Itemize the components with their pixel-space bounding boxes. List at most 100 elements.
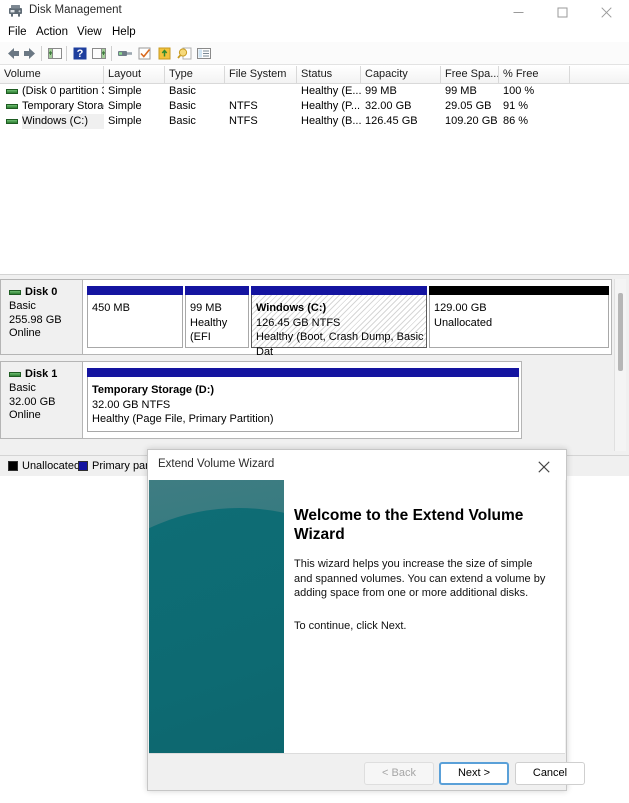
up-folder-icon[interactable] <box>46 45 64 62</box>
disk-row-1[interactable]: Disk 1 Basic 32.00 GB Online Temporary S… <box>0 361 522 439</box>
dialog-content: Welcome to the Extend Volume Wizard This… <box>294 506 549 651</box>
close-button[interactable] <box>585 0 629 22</box>
volume-icon <box>6 104 18 109</box>
partition-text: Temporary Storage (D:) 32.00 GB NTFS Hea… <box>92 383 516 427</box>
volume-list: Volume Layout Type File System Status Ca… <box>0 66 629 275</box>
toolbar-separator <box>66 46 67 61</box>
cell-free-space: 109.20 GB <box>445 115 498 127</box>
back-icon[interactable] <box>4 45 22 62</box>
column-header-status[interactable]: Status <box>297 66 361 83</box>
partition-efi[interactable]: 99 MB Healthy (EFI <box>185 286 249 348</box>
partition-size: 99 MB <box>190 302 222 314</box>
export-icon[interactable] <box>156 45 174 62</box>
disk-size-0: 255.98 GB <box>9 313 62 326</box>
legend-label-unallocated: Unallocated <box>22 460 81 472</box>
next-button[interactable]: Next > <box>439 762 509 785</box>
disk-partitions-1: Temporary Storage (D:) 32.00 GB NTFS Hea… <box>83 362 521 438</box>
cell-free-space: 29.05 GB <box>445 100 492 112</box>
cell-layout: Simple <box>108 115 142 127</box>
back-button[interactable]: < Back <box>364 762 434 785</box>
column-header-file-system[interactable]: File System <box>225 66 297 83</box>
cell-type: Basic <box>169 115 196 127</box>
column-header-volume[interactable]: Volume <box>0 66 104 83</box>
disk-size-1: 32.00 GB <box>9 395 56 408</box>
minimize-button[interactable] <box>497 0 541 22</box>
menu-action[interactable]: Action <box>32 25 72 39</box>
help-icon[interactable]: ? <box>71 45 89 62</box>
toolbar-separator <box>111 46 112 61</box>
disk-info-0: Disk 0 Basic 255.98 GB Online <box>1 280 83 354</box>
maximize-icon <box>557 7 568 18</box>
dialog-title: Extend Volume Wizard <box>158 458 275 470</box>
cell-percent-free: 91 % <box>503 100 529 112</box>
zoom-icon[interactable] <box>176 45 194 62</box>
table-row[interactable]: (Disk 0 partition 3) Simple Basic Health… <box>0 84 629 99</box>
cancel-button[interactable]: Cancel <box>515 762 585 785</box>
partition-capbar <box>87 286 183 295</box>
partition-text: 99 MB Healthy (EFI <box>190 301 246 345</box>
menu-view[interactable]: View <box>73 25 106 39</box>
toolbar: ? <box>0 42 629 65</box>
cell-file-system: NTFS <box>229 100 258 112</box>
partition-capbar <box>251 286 427 295</box>
cell-type: Basic <box>169 100 196 112</box>
column-header-layout[interactable]: Layout <box>104 66 165 83</box>
column-header-percent-free[interactable]: % Free <box>499 66 570 83</box>
partition-capbar <box>429 286 609 295</box>
cell-status: Healthy (P... <box>301 100 361 112</box>
partition-text: 129.00 GB Unallocated <box>434 301 606 330</box>
table-row[interactable]: Windows (C:) Simple Basic NTFS Healthy (… <box>0 114 629 129</box>
partition-status: Healthy (Page File, Primary Partition) <box>92 413 274 425</box>
cell-capacity: 32.00 GB <box>365 100 412 112</box>
disk-name-0: Disk 0 <box>9 286 82 298</box>
dialog-paragraph-2: To continue, click Next. <box>294 619 407 632</box>
menu-file[interactable]: File <box>4 25 31 39</box>
table-row[interactable]: Temporary Storag... Simple Basic NTFS He… <box>0 99 629 114</box>
partition-windows-c[interactable]: Windows (C:) 126.45 GB NTFS Healthy (Boo… <box>251 286 427 358</box>
partition-unallocated[interactable]: 129.00 GB Unallocated <box>429 286 609 348</box>
extend-volume-wizard-dialog: Extend Volume Wizard Welcome to the Exte… <box>147 449 585 791</box>
graphical-view-scrollbar[interactable] <box>614 279 626 451</box>
close-icon <box>538 461 550 473</box>
title-bar: Disk Management <box>0 0 629 22</box>
cell-file-system <box>229 84 297 99</box>
disk-label-0: Disk 0 <box>25 286 58 298</box>
checkmark-icon[interactable] <box>136 45 154 62</box>
disk-icon <box>9 290 21 295</box>
column-header-capacity[interactable]: Capacity <box>361 66 441 83</box>
disk-icon <box>9 372 21 377</box>
partition-text: 450 MB <box>92 301 180 316</box>
detail-view-icon[interactable] <box>195 45 213 62</box>
disk-management-icon <box>8 4 23 18</box>
partition-status: Unallocated <box>434 316 493 329</box>
disk-type-1: Basic <box>9 382 36 394</box>
partition-status: Healthy (EFI <box>190 316 228 344</box>
partition-temporary-storage-d[interactable]: Temporary Storage (D:) 32.00 GB NTFS Hea… <box>87 368 519 432</box>
forward-icon[interactable] <box>21 45 39 62</box>
disk-info-1: Disk 1 Basic 32.00 GB Online <box>1 362 83 438</box>
legend-swatch-primary <box>78 461 88 471</box>
disk-graphical-view: Disk 0 Basic 255.98 GB Online 450 MB 99 … <box>0 275 629 455</box>
column-header-type[interactable]: Type <box>165 66 225 83</box>
cell-type: Basic <box>169 85 196 97</box>
maximize-button[interactable] <box>541 0 585 22</box>
dialog-body: Welcome to the Extend Volume Wizard This… <box>149 480 565 754</box>
cell-capacity: 99 MB <box>365 85 397 97</box>
cell-volume: Windows (C:) <box>22 114 104 129</box>
cell-free-space: 99 MB <box>445 85 477 97</box>
column-header-free-space[interactable]: Free Spa... <box>441 66 499 83</box>
scrollbar-thumb[interactable] <box>618 293 623 371</box>
disk-row-0[interactable]: Disk 0 Basic 255.98 GB Online 450 MB 99 … <box>0 279 612 358</box>
partition-recovery[interactable]: 450 MB <box>87 286 183 348</box>
disk-state-0: Online <box>9 327 41 339</box>
column-header-filler[interactable] <box>570 66 629 83</box>
cell-percent-free: 86 % <box>503 115 529 127</box>
rescan-disks-icon[interactable] <box>116 45 134 62</box>
partition-status: Healthy (Boot, Crash Dump, Basic Dat <box>256 331 424 358</box>
partition-text: Windows (C:) 126.45 GB NTFS Healthy (Boo… <box>256 301 424 359</box>
cell-volume: Temporary Storag... <box>22 100 104 112</box>
dialog-close-button[interactable] <box>522 450 566 480</box>
disk-name-1: Disk 1 <box>9 368 82 380</box>
properties-window-icon[interactable] <box>90 45 108 62</box>
menu-help[interactable]: Help <box>108 25 140 39</box>
